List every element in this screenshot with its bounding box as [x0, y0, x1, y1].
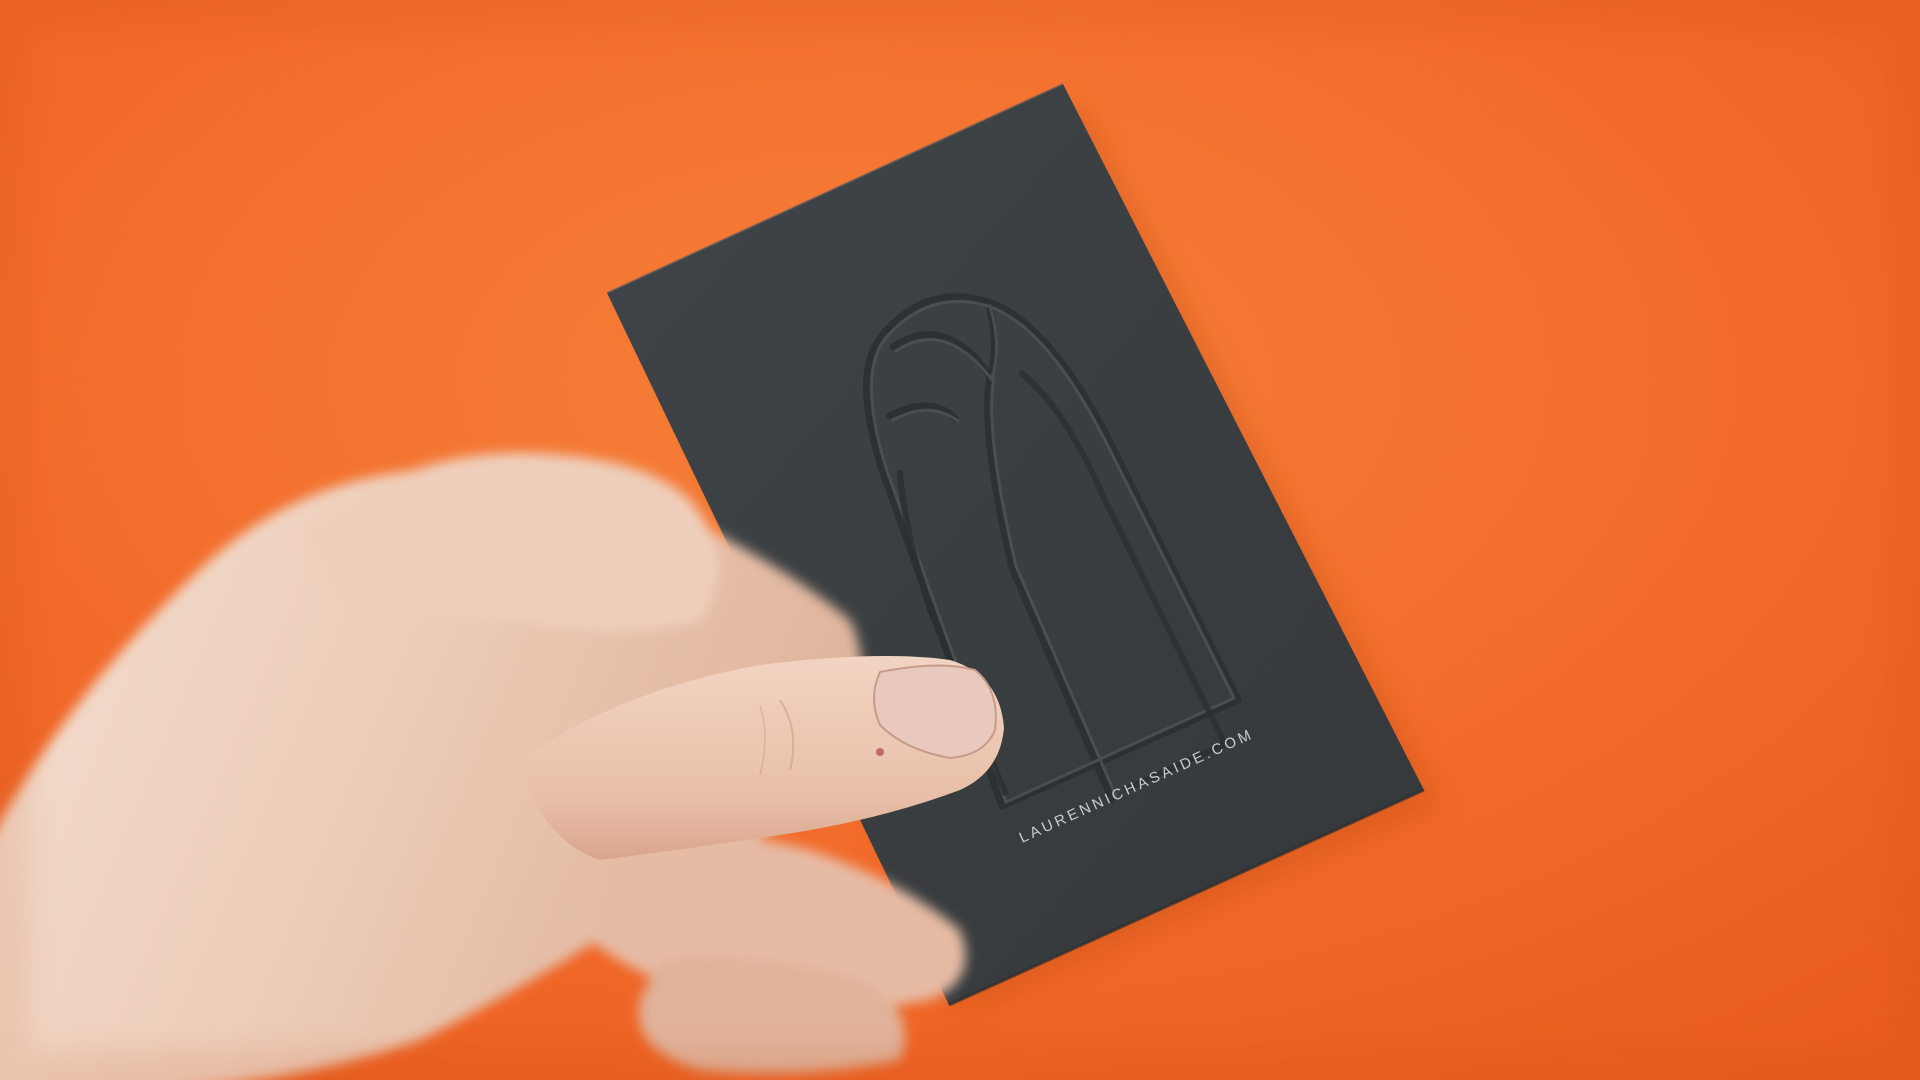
photo-frame: LAURENNICHASAIDE.COM: [0, 0, 1920, 1080]
product-photo: LAURENNICHASAIDE.COM: [0, 0, 1920, 1080]
